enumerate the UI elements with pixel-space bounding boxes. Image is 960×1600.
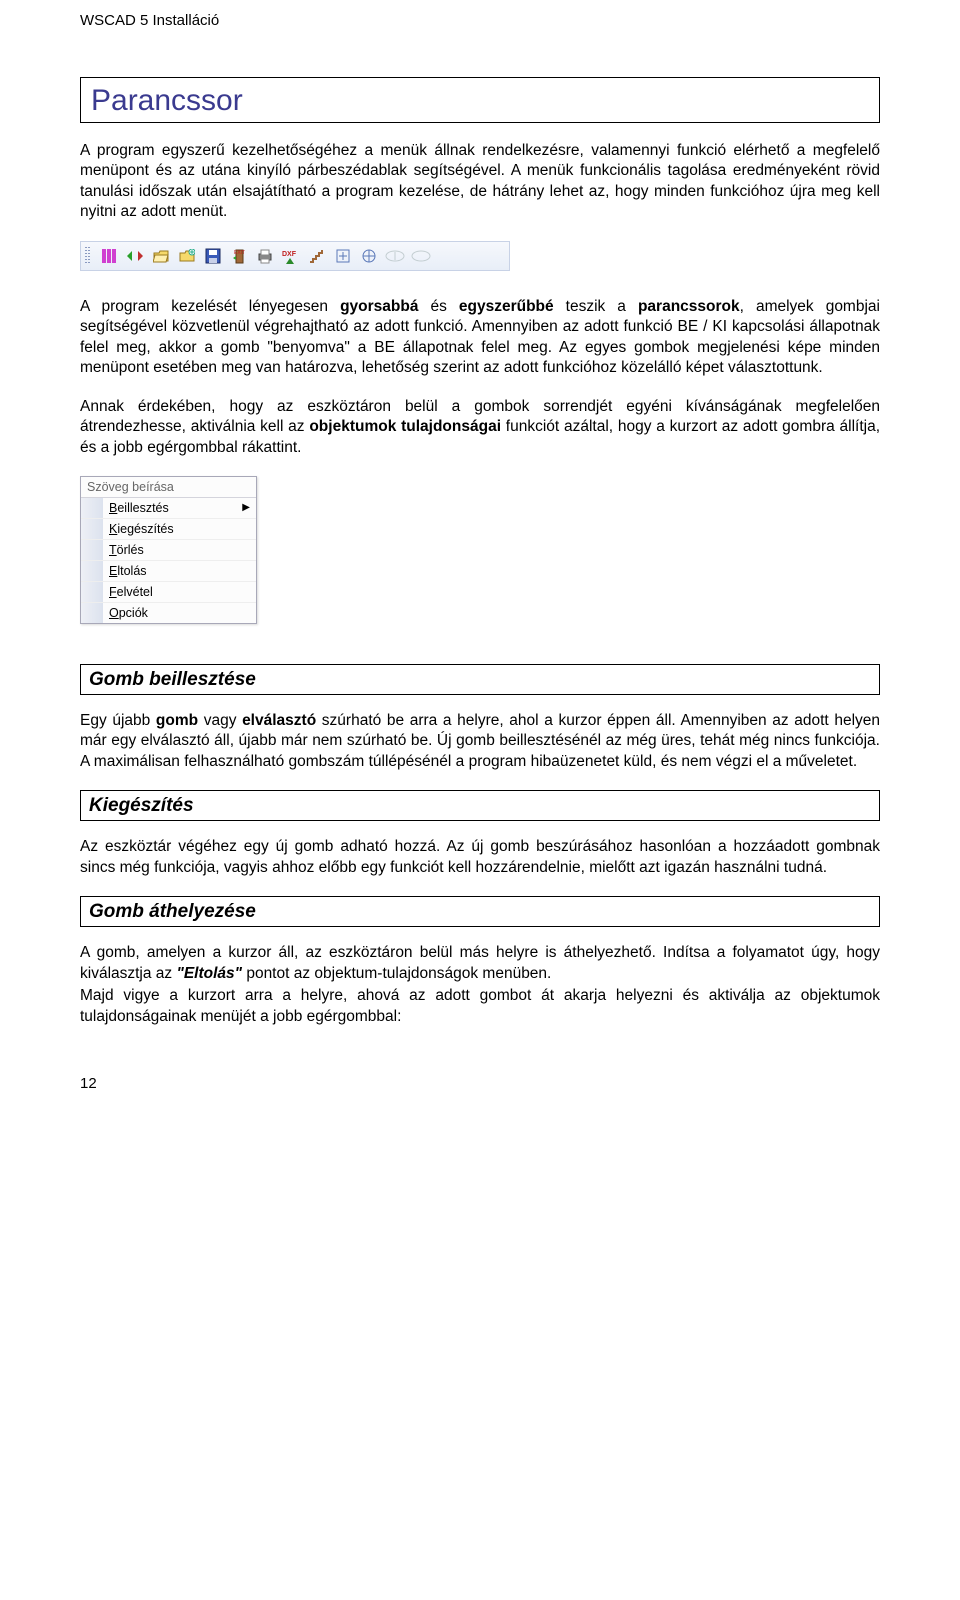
open-folder-icon[interactable] xyxy=(150,245,172,267)
intro-paragraph-1: A program egyszerű kezelhetőségéhez a me… xyxy=(80,141,880,223)
section-head-kiegeszites: Kiegészítés xyxy=(80,790,880,821)
ctx-item-kiegeszites[interactable]: Kiegészítés xyxy=(81,519,256,540)
tool-icon-2[interactable] xyxy=(358,245,380,267)
title-box: Parancssor xyxy=(80,77,880,123)
context-menu-header: Szöveg beírása xyxy=(81,477,256,498)
document-header: WSCAD 5 Installáció xyxy=(80,12,880,29)
section-1-paragraph: Egy újabb gomb vagy elválasztó szúrható … xyxy=(80,711,880,772)
svg-text:EXIT: EXIT xyxy=(234,250,245,256)
submenu-arrow-icon: ▶ xyxy=(242,502,250,513)
ctx-item-eltolas[interactable]: Eltolás xyxy=(81,561,256,582)
page-title: Parancssor xyxy=(91,84,869,118)
nav-icon[interactable] xyxy=(124,245,146,267)
section-head-gomb-beillesztese: Gomb beillesztése xyxy=(80,664,880,695)
svg-text:DXF: DXF xyxy=(282,251,297,258)
save-icon[interactable] xyxy=(202,245,224,267)
zoom-icon-2[interactable] xyxy=(410,245,432,267)
context-menu: Szöveg beírása Beillesztés ▶ Kiegészítés… xyxy=(80,476,257,624)
dxf-icon[interactable]: DXF xyxy=(280,245,302,267)
section-3-paragraph-1: A gomb, amelyen a kurzor áll, az eszközt… xyxy=(80,943,880,984)
columns-icon[interactable] xyxy=(98,245,120,267)
section-3-paragraph-2: Majd vigye a kurzort arra a helyre, ahov… xyxy=(80,986,880,1027)
ctx-item-opciok[interactable]: Opciók xyxy=(81,603,256,623)
page-number: 12 xyxy=(80,1075,880,1092)
ctx-item-torles[interactable]: Törlés xyxy=(81,540,256,561)
stairs-icon[interactable] xyxy=(306,245,328,267)
print-icon[interactable] xyxy=(254,245,276,267)
new-folder-icon[interactable] xyxy=(176,245,198,267)
toolbar-grip-icon xyxy=(85,247,90,265)
toolbar: EXIT DXF xyxy=(80,241,510,271)
section-title: Gomb áthelyezése xyxy=(89,901,871,923)
section-head-gomb-athelyezese: Gomb áthelyezése xyxy=(80,896,880,927)
section-2-paragraph: Az eszköztár végéhez egy új gomb adható … xyxy=(80,837,880,878)
ctx-item-beillesztes[interactable]: Beillesztés ▶ xyxy=(81,498,256,519)
section-title: Gomb beillesztése xyxy=(89,669,871,691)
ctx-item-felvetel[interactable]: Felvétel xyxy=(81,582,256,603)
exit-door-icon[interactable]: EXIT xyxy=(228,245,250,267)
intro-paragraph-3: Annak érdekében, hogy az eszköztáron bel… xyxy=(80,397,880,458)
zoom-icon-1[interactable] xyxy=(384,245,406,267)
section-title: Kiegészítés xyxy=(89,795,871,817)
page: WSCAD 5 Installáció Parancssor A program… xyxy=(40,0,920,1132)
tool-icon-1[interactable] xyxy=(332,245,354,267)
intro-paragraph-2: A program kezelését lényegesen gyorsabbá… xyxy=(80,297,880,379)
